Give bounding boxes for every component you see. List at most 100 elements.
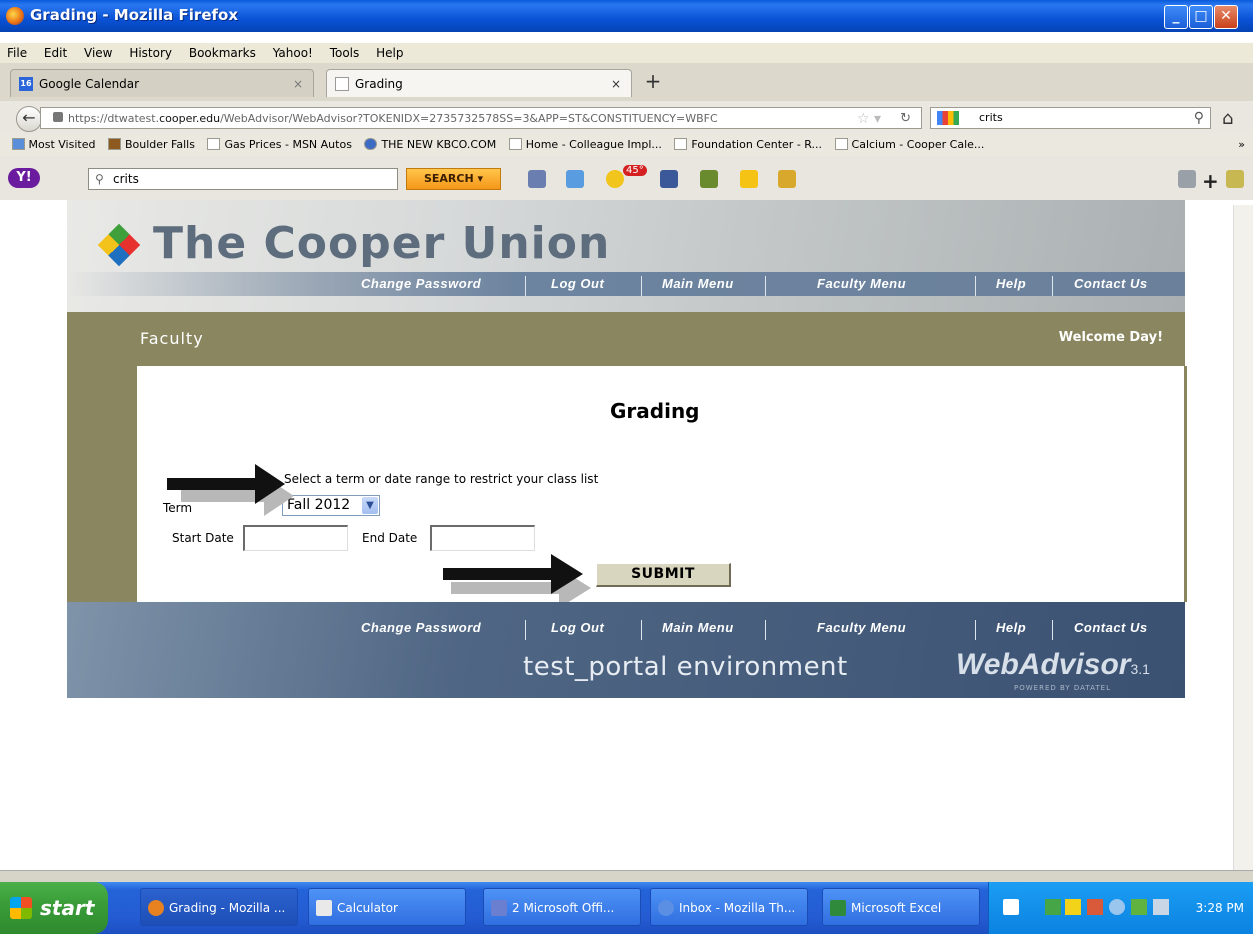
close-window-button[interactable]: ✕ <box>1214 5 1238 29</box>
browser-search-box[interactable]: crits ⚲ <box>930 107 1211 129</box>
powered-by: POWERED BY DATATEL <box>1014 684 1111 692</box>
yahoo-search-button[interactable]: SEARCH ▾ <box>406 168 501 190</box>
notes-icon[interactable] <box>778 170 796 188</box>
form-instruction: Select a term or date range to restrict … <box>284 472 599 486</box>
menu-edit[interactable]: Edit <box>44 43 67 63</box>
menu-yahoo[interactable]: Yahoo! <box>273 43 313 63</box>
grading-form: Grading Select a term or date range to r… <box>137 366 1184 608</box>
ebay-icon[interactable] <box>740 170 758 188</box>
yahoo-logo[interactable]: Y! <box>8 168 40 188</box>
menu-help[interactable]: Help <box>376 43 403 63</box>
start-date-field[interactable] <box>243 525 348 551</box>
folder-icon <box>11 138 25 150</box>
nav-log-out[interactable]: Log Out <box>551 272 604 296</box>
page-icon <box>335 77 349 91</box>
bookmark-gas-prices[interactable]: Gas Prices - MSN Autos <box>207 134 352 156</box>
menu-tools[interactable]: Tools <box>330 43 360 63</box>
toolbar-menu-icon[interactable] <box>1178 170 1196 188</box>
windows-taskbar: start Grading - Mozilla ... Calculator 2… <box>0 882 1253 934</box>
system-tray: 3:28 PM <box>988 882 1253 934</box>
bookmark-foundation-center[interactable]: Foundation Center - R... <box>674 134 822 156</box>
taskbar-item-thunderbird[interactable]: Inbox - Mozilla Th... <box>650 888 808 926</box>
menu-file[interactable]: File <box>7 43 27 63</box>
tray-antivirus-icon[interactable] <box>1065 899 1081 915</box>
reload-icon[interactable]: ↻ <box>900 108 911 128</box>
nav-faculty-menu[interactable]: Faculty Menu <box>817 272 906 296</box>
page-title: Grading <box>610 399 700 423</box>
minimize-button[interactable]: _ <box>1164 5 1188 29</box>
camera-icon <box>107 138 121 150</box>
taskbar-label: 2 Microsoft Offi... <box>512 901 615 915</box>
footer-nav-main-menu[interactable]: Main Menu <box>662 616 734 640</box>
nav-main-menu[interactable]: Main Menu <box>662 272 734 296</box>
footer-nav-contact-us[interactable]: Contact Us <box>1074 616 1148 640</box>
bookmark-label: Calcium - Cooper Cale... <box>851 138 985 151</box>
bookmarks-overflow-icon[interactable]: » <box>1238 134 1245 156</box>
environment-label: test_portal environment <box>523 652 848 682</box>
tab-close-icon[interactable]: × <box>293 70 303 98</box>
weather-icon[interactable] <box>606 170 624 188</box>
taskbar-label: Calculator <box>337 901 398 915</box>
yahoo-search-input[interactable]: ⚲ crits <box>88 168 398 190</box>
nav-change-password[interactable]: Change Password <box>361 272 481 296</box>
left-margin <box>67 366 137 602</box>
end-date-field[interactable] <box>430 525 535 551</box>
tray-volume-icon[interactable] <box>1153 899 1169 915</box>
nav-help[interactable]: Help <box>996 272 1026 296</box>
toolbar-page-icon[interactable] <box>528 170 546 188</box>
bookmark-star-icon[interactable]: ☆ ▾ <box>857 108 881 128</box>
tray-network-icon[interactable] <box>1045 899 1061 915</box>
start-button[interactable]: start <box>0 882 108 934</box>
home-icon[interactable]: ⌂ <box>1222 108 1233 129</box>
tab-google-calendar[interactable]: 16 Google Calendar × <box>10 69 314 97</box>
taskbar-item-excel[interactable]: Microsoft Excel <box>822 888 980 926</box>
footer-nav-faculty-menu[interactable]: Faculty Menu <box>817 616 906 640</box>
search-icon[interactable]: ⚲ <box>1194 108 1204 128</box>
addon-icon[interactable] <box>1226 170 1244 188</box>
bookmark-kbco[interactable]: THE NEW KBCO.COM <box>364 134 496 156</box>
games-icon[interactable] <box>700 170 718 188</box>
nav-divider <box>1052 620 1053 640</box>
bookmark-label: THE NEW KBCO.COM <box>381 138 497 151</box>
nav-divider <box>641 276 642 296</box>
help-icon[interactable] <box>1003 899 1019 915</box>
bookmark-colleague[interactable]: Home - Colleague Impl... <box>508 134 662 156</box>
tray-app-icon[interactable] <box>1087 899 1103 915</box>
window-title: Grading - Mozilla Firefox <box>30 6 238 24</box>
nav-contact-us[interactable]: Contact Us <box>1074 272 1148 296</box>
taskbar-item-firefox[interactable]: Grading - Mozilla ... <box>140 888 298 926</box>
menu-view[interactable]: View <box>84 43 112 63</box>
nav-divider <box>525 276 526 296</box>
bookmark-most-visited[interactable]: Most Visited <box>11 134 95 156</box>
firefox-icon <box>6 7 24 25</box>
menu-history[interactable]: History <box>129 43 172 63</box>
yahoo-toolbar: Y! ⚲ crits SEARCH ▾ 45° + <box>0 156 1253 200</box>
tray-sync-icon[interactable] <box>1109 899 1125 915</box>
footer-nav-log-out[interactable]: Log Out <box>551 616 604 640</box>
site-brand: The Cooper Union <box>153 218 611 269</box>
facebook-icon[interactable] <box>660 170 678 188</box>
taskbar-item-calculator[interactable]: Calculator <box>308 888 466 926</box>
bookmark-calcium[interactable]: Calcium - Cooper Cale... <box>834 134 985 156</box>
tray-update-icon[interactable] <box>1131 899 1147 915</box>
add-icon[interactable]: + <box>1202 169 1220 193</box>
tab-grading[interactable]: Grading × <box>326 69 632 97</box>
taskbar-item-office[interactable]: 2 Microsoft Offi... <box>483 888 641 926</box>
mail-icon[interactable] <box>566 170 584 188</box>
tab-close-icon[interactable]: × <box>611 70 621 98</box>
excel-icon <box>830 900 846 916</box>
nav-divider <box>765 276 766 296</box>
maximize-button[interactable]: □ <box>1189 5 1213 29</box>
back-button[interactable]: ← <box>16 106 42 132</box>
term-select[interactable]: Fall 2012 ▼ <box>282 495 380 516</box>
menu-bar: File Edit View History Bookmarks Yahoo! … <box>0 43 1253 63</box>
google-icon <box>937 111 959 125</box>
menu-bookmarks[interactable]: Bookmarks <box>189 43 256 63</box>
new-tab-button[interactable]: + <box>640 70 666 94</box>
footer-nav-help[interactable]: Help <box>996 616 1026 640</box>
footer-nav-change-password[interactable]: Change Password <box>361 616 481 640</box>
address-bar[interactable]: https://dtwatest.cooper.edu/WebAdvisor/W… <box>40 107 922 129</box>
window-titlebar: Grading - Mozilla Firefox _ □ ✕ <box>0 0 1253 32</box>
bookmark-boulder-falls[interactable]: Boulder Falls <box>107 134 195 156</box>
submit-button[interactable]: SUBMIT <box>596 563 731 587</box>
